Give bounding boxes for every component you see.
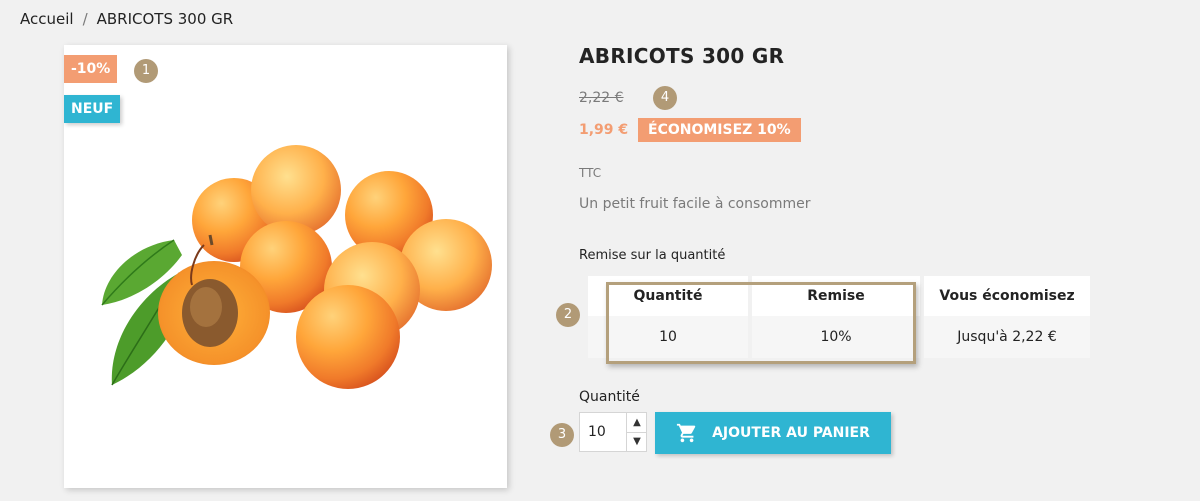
quantity-input[interactable] — [580, 413, 626, 451]
product-title: ABRICOTS 300 GR — [579, 44, 785, 68]
cell-you-save: Jusqu'à 2,22 € — [924, 316, 1090, 358]
shopping-cart-icon — [677, 423, 696, 443]
tax-label: TTC — [579, 166, 602, 180]
discount-flag: -10% — [64, 55, 118, 83]
save-discount-badge: ÉCONOMISEZ 10% — [638, 118, 801, 142]
breadcrumb-separator: / — [82, 10, 88, 28]
highlight-frame — [606, 282, 916, 364]
quantity-increment-button[interactable]: ▲ — [626, 413, 647, 433]
product-image-card[interactable]: -10% NEUF — [64, 45, 507, 488]
breadcrumb: Accueil / ABRICOTS 300 GR — [20, 10, 233, 28]
breadcrumb-current: ABRICOTS 300 GR — [96, 10, 234, 28]
product-short-description: Un petit fruit facile à consommer — [579, 196, 811, 212]
chevron-up-icon: ▲ — [633, 417, 641, 428]
regular-price: 2,22 € — [579, 90, 624, 106]
annotation-marker-3: 3 — [550, 423, 574, 447]
quantity-label: Quantité — [579, 389, 640, 405]
annotation-marker-4: 4 — [653, 86, 677, 110]
current-price: 1,99 € — [579, 122, 629, 138]
breadcrumb-home-link[interactable]: Accueil — [20, 10, 74, 28]
volume-discount-label: Remise sur la quantité — [579, 248, 726, 263]
annotation-marker-2: 2 — [556, 303, 580, 327]
add-to-cart-label: AJOUTER AU PANIER — [712, 425, 870, 441]
new-flag: NEUF — [64, 95, 121, 123]
header-you-save: Vous économisez — [924, 276, 1090, 316]
product-image-apricots[interactable] — [64, 45, 507, 488]
quantity-decrement-button[interactable]: ▼ — [626, 432, 647, 451]
annotation-marker-1: 1 — [134, 59, 158, 83]
chevron-down-icon: ▼ — [633, 436, 641, 447]
add-to-cart-button[interactable]: AJOUTER AU PANIER — [655, 412, 891, 454]
quantity-stepper[interactable]: ▲ ▼ — [579, 412, 647, 452]
